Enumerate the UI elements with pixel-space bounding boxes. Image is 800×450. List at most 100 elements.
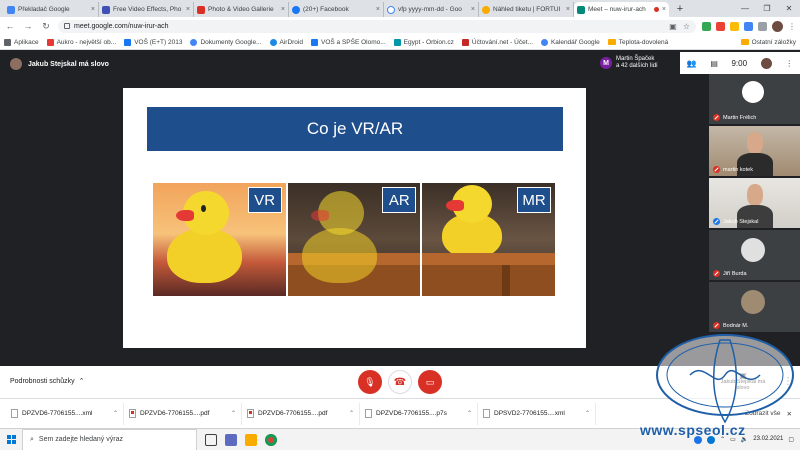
tab-google-search[interactable]: vfp yyyy-mm-dd - Goo ×	[384, 2, 479, 17]
participant-tile[interactable]: Martin Frélich	[709, 74, 800, 124]
extension-icon[interactable]	[716, 21, 725, 31]
ar-panel: AR	[287, 183, 421, 296]
participant-summary[interactable]: M Martin Špaček a 42 dalších lidí	[600, 56, 658, 70]
taskbar-search[interactable]: ⌕ Sem zadejte hledaný výraz	[22, 428, 197, 450]
bookmark-label: Kalendář Google	[550, 38, 600, 46]
close-icon[interactable]: ×	[471, 6, 475, 13]
download-item[interactable]: DPZVD6-7706155....pdf ⌃	[124, 402, 242, 425]
minimize-icon[interactable]: —	[734, 0, 756, 17]
bookmark-airdroid[interactable]: AirDroid	[269, 38, 303, 46]
camera-toggle-button[interactable]: ▭	[418, 370, 442, 394]
watermark-url: www.spseol.cz	[640, 422, 746, 438]
mr-panel: MR	[422, 183, 556, 296]
kebab-menu-icon[interactable]: ⋮	[783, 376, 793, 387]
bookmark-egypt[interactable]: Egypt - Orbion.cz	[393, 38, 454, 46]
close-icon[interactable]: ×	[566, 6, 570, 13]
meet-top-bar: M Martin Špaček a 42 dalších lidí 👥 ▤ 9:…	[600, 52, 800, 74]
tab-ticket[interactable]: Náhled tiketu | FORTUI ×	[479, 2, 574, 17]
camera-icon[interactable]: ▣	[669, 22, 677, 31]
participant-tile[interactable]: Bodnár M.	[709, 282, 800, 332]
file-icon	[365, 409, 372, 418]
google-translate-icon	[7, 5, 15, 14]
bookmark-teplota[interactable]: Teplota-dovolená	[607, 39, 668, 46]
leave-call-button[interactable]: ☎	[388, 370, 412, 394]
microphone-toggle-button[interactable]: 🎙	[358, 370, 382, 394]
tab-title: (20+) Facebook	[303, 6, 349, 13]
chevron-up-icon[interactable]: ⌃	[585, 410, 590, 417]
maximize-icon[interactable]: ❐	[756, 0, 778, 17]
download-item[interactable]: DPZVD6-7706155....xml ⌃	[6, 402, 124, 425]
bookmark-spse[interactable]: VOŠ a SPŠE Olomo...	[310, 38, 386, 46]
close-icon[interactable]: ✕	[787, 410, 792, 418]
meeting-clock: 9:00	[731, 58, 748, 68]
chevron-up-icon[interactable]: ⌃	[467, 410, 472, 417]
notifications-icon[interactable]: ▢	[788, 436, 794, 443]
people-icon[interactable]: 👥	[687, 59, 697, 68]
close-window-icon[interactable]: ✕	[778, 0, 800, 17]
chevron-up-icon[interactable]: ⌃	[349, 410, 354, 417]
profile-avatar[interactable]	[772, 20, 783, 32]
folder-icon	[607, 39, 616, 45]
show-all-link[interactable]: Zobrazit vše	[745, 410, 780, 418]
tab-video-effects[interactable]: Free Video Effects, Pho ×	[99, 2, 194, 17]
tab-translate[interactable]: Překladač Google ×	[4, 2, 99, 17]
start-button[interactable]	[0, 429, 22, 450]
file-explorer-icon[interactable]	[245, 433, 257, 446]
kebab-menu-icon[interactable]: ⋮	[785, 59, 793, 68]
site-icon	[393, 38, 401, 46]
tab-title: Náhled tiketu | FORTUI	[493, 6, 561, 13]
reload-icon[interactable]: ↻	[40, 20, 52, 32]
google-icon	[190, 38, 198, 46]
facebook-icon	[292, 5, 300, 14]
bookmark-docs[interactable]: Dokumenty Google...	[190, 38, 262, 46]
slide-image-panels: VR AR MR	[153, 183, 556, 296]
download-item[interactable]: DPSVD2-7706155....xml ⌃	[478, 402, 596, 425]
close-icon[interactable]: ×	[662, 6, 666, 13]
tab-photo-gallery[interactable]: Photo & Video Gallerie ×	[194, 2, 289, 17]
bookmark-apps[interactable]: Aplikace	[4, 38, 39, 46]
extension-icon[interactable]	[702, 21, 711, 31]
present-now-button[interactable]: ▣ Jakub Stejskal má slovo	[720, 368, 766, 396]
bookmark-vos[interactable]: VOŠ (E+T) 2013	[124, 38, 182, 46]
task-view-icon[interactable]	[205, 433, 217, 446]
puzzle-icon[interactable]	[758, 21, 767, 31]
forward-icon[interactable]: →	[22, 20, 34, 32]
chevron-up-icon[interactable]: ⌃	[231, 410, 236, 417]
clock-date: 23.02.2021	[753, 436, 783, 443]
star-icon[interactable]: ☆	[683, 22, 690, 31]
duck-beak	[446, 200, 465, 211]
download-filename: DPZVD6-7706155....pdf	[140, 410, 210, 417]
download-item[interactable]: DPZVD6-7706155....p7s ⌃	[360, 402, 478, 425]
participant-tile[interactable]: Jiří Burda	[709, 230, 800, 280]
meeting-details-button[interactable]: Podrobnosti schůzky ⌃	[10, 377, 84, 386]
participant-tile[interactable]: Jakub Stejskal	[709, 178, 800, 228]
participant-label: Jakub Stejskal	[713, 218, 758, 225]
kebab-menu-icon[interactable]: ⋮	[788, 22, 796, 31]
close-icon[interactable]: ×	[186, 6, 190, 13]
bookmark-aukro[interactable]: Aukro - největší ob...	[46, 38, 116, 46]
close-icon[interactable]: ×	[376, 6, 380, 13]
close-icon[interactable]: ×	[281, 6, 285, 13]
extension-icon[interactable]	[730, 21, 739, 31]
close-icon[interactable]: ×	[91, 6, 95, 13]
avatar	[742, 81, 764, 103]
chat-icon[interactable]: ▤	[710, 59, 718, 68]
tab-facebook[interactable]: (20+) Facebook ×	[289, 2, 384, 17]
tab-meet[interactable]: Meet – nuw-irur-ach ×	[574, 2, 669, 17]
google-icon	[540, 38, 548, 46]
save-app-icon[interactable]	[225, 433, 237, 446]
extension-icon[interactable]	[744, 21, 753, 31]
site-icon	[102, 5, 110, 14]
chevron-up-icon[interactable]: ⌃	[113, 410, 118, 417]
back-icon[interactable]: ←	[4, 20, 16, 32]
bookmark-calendar[interactable]: Kalendář Google	[540, 38, 600, 46]
download-item[interactable]: DPZVD6-7706155....pdf ⌃	[242, 402, 360, 425]
mic-off-icon	[713, 114, 720, 121]
other-bookmarks[interactable]: Ostatní záložky	[740, 39, 796, 46]
mic-off-icon	[713, 322, 720, 329]
new-tab-button[interactable]: +	[673, 2, 687, 16]
participant-tile[interactable]: martin kotek	[709, 126, 800, 176]
address-bar[interactable]: meet.google.com/nuw-irur-ach ▣ ☆	[58, 19, 696, 33]
chrome-icon[interactable]	[265, 433, 277, 446]
bookmark-uctovani[interactable]: Účtování.net - Účet...	[461, 38, 533, 46]
